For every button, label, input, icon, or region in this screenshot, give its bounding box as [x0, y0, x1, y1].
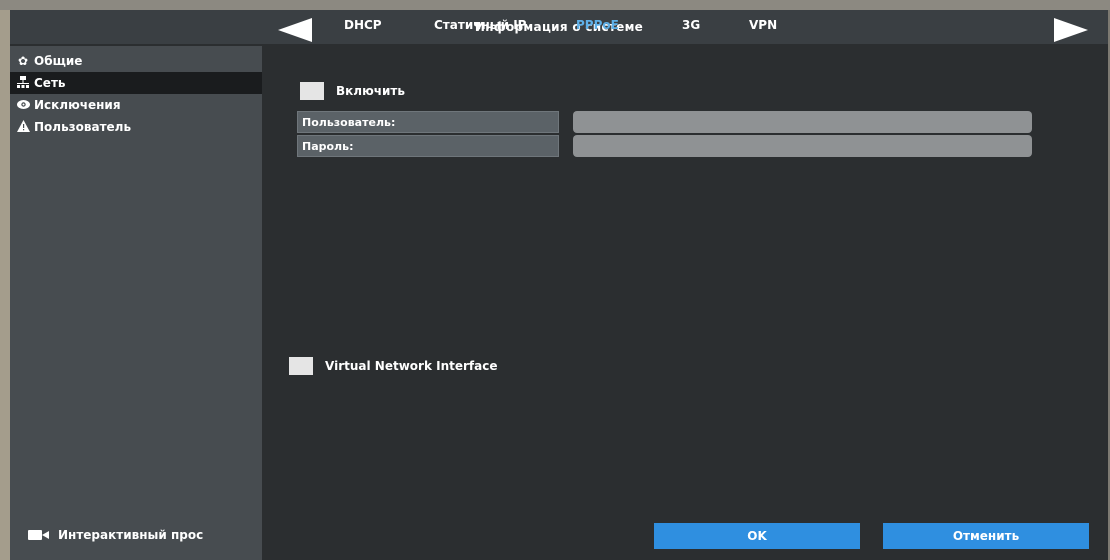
username-label-text: Пользователь: [302, 115, 396, 129]
enable-pppoe-row: Включить [300, 82, 405, 100]
sidebar-item-network[interactable]: Сеть [10, 72, 262, 94]
ok-button[interactable]: OK [654, 523, 860, 549]
live-view-button[interactable]: Интерактивный прос [28, 528, 203, 542]
vni-label: Virtual Network Interface [325, 359, 498, 373]
enable-pppoe-label: Включить [336, 84, 405, 98]
cancel-button[interactable]: Отменить [883, 523, 1089, 549]
password-input[interactable] [573, 135, 1032, 157]
background-video-top [0, 0, 1110, 10]
network-tabs: DHCP Статичный IP PPPoE 3G VPN [262, 14, 1098, 46]
sidebar-item-label: Сеть [34, 76, 66, 90]
sidebar-item-label: Пользователь [34, 120, 132, 134]
sidebar-item-user[interactable]: Пользователь [10, 116, 262, 138]
eye-icon [16, 98, 30, 112]
background-video-strip [0, 0, 10, 560]
cancel-button-label: Отменить [952, 529, 1020, 543]
sidebar-item-exceptions[interactable]: Исключения [10, 94, 262, 116]
live-view-label: Интерактивный прос [58, 528, 204, 542]
ok-button-label: OK [747, 529, 767, 543]
gear-icon: ✿ [17, 54, 29, 68]
tabs-prev-arrow-icon[interactable] [278, 18, 312, 42]
camera-icon [28, 529, 50, 541]
vni-row: Virtual Network Interface [289, 357, 497, 375]
enable-pppoe-checkbox[interactable] [300, 82, 324, 100]
password-label-text: Пароль: [302, 139, 354, 153]
username-label: Пользователь: [297, 111, 559, 133]
sidebar-item-label: Исключения [34, 98, 121, 112]
sidebar: ✿ Общие Сеть Исключения Пользователь Инт… [10, 46, 262, 560]
tab-pppoe[interactable]: PPPoE [576, 18, 619, 32]
sidebar-item-general[interactable]: ✿ Общие [10, 50, 262, 72]
tab-vpn[interactable]: VPN [749, 18, 777, 32]
password-label: Пароль: [297, 135, 559, 157]
network-icon [16, 75, 30, 91]
vni-checkbox[interactable] [289, 357, 313, 375]
tab-3g[interactable]: 3G [682, 18, 700, 32]
tab-dhcp[interactable]: DHCP [344, 18, 382, 32]
warning-icon [16, 119, 30, 135]
tab-static-ip[interactable]: Статичный IP [434, 18, 526, 32]
sidebar-item-label: Общие [34, 54, 83, 68]
username-input[interactable] [573, 111, 1032, 133]
system-info-dialog: Информация о системе ✿ Общие Сеть Исключ… [10, 10, 1108, 560]
tabs-next-arrow-icon[interactable] [1054, 18, 1088, 42]
